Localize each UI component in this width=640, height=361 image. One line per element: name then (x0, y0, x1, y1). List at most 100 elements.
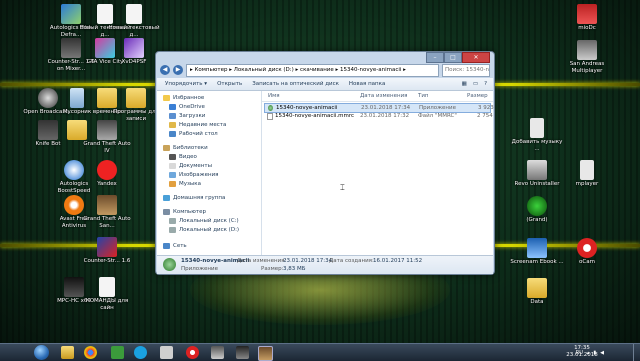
file-size: 3 923 (478, 105, 494, 111)
ocam-taskbar-icon[interactable] (186, 346, 199, 359)
drive-icon (169, 218, 176, 224)
address-bar[interactable]: ▸ Компьютер ▸ Локальный диск (D:) ▸ скач… (186, 63, 439, 77)
nav-onedrive[interactable]: OneDrive (169, 104, 205, 110)
details-file-type: Приложение (181, 266, 218, 272)
column-type[interactable]: Тип (418, 93, 429, 99)
folder-icon (527, 278, 547, 298)
column-headers: Имя Дата изменения Тип Размер (262, 91, 493, 102)
explorer-taskbar-icon[interactable] (61, 346, 74, 359)
nav-video[interactable]: Видео (169, 154, 197, 160)
file-date: 23.01.2018 17:32 (360, 113, 410, 119)
application-icon (268, 105, 273, 111)
star-icon (163, 95, 170, 101)
gta-iv-icon (97, 120, 117, 140)
folder-icon (126, 88, 146, 108)
desktop-icon-gta-san-andreas[interactable]: Grand Theft Auto San... (80, 195, 134, 229)
desktop-icon-counter-strike[interactable]: Counter-Str... 1.6 (80, 237, 134, 265)
app-taskbar-icon[interactable] (160, 346, 173, 359)
organize-button[interactable]: Упорядочить ▾ (165, 81, 207, 87)
column-name[interactable]: Имя (268, 93, 280, 99)
nav-computer[interactable]: Компьютер (163, 209, 206, 215)
column-size[interactable]: Размер (467, 93, 488, 99)
desktop-icon-grand[interactable]: (Grand) (510, 196, 564, 224)
utorrent-taskbar-icon[interactable] (111, 346, 124, 359)
start-button[interactable] (34, 345, 49, 360)
maximize-button[interactable]: □ (444, 52, 462, 63)
desktop-icon-samp[interactable]: San Andreas Multiplayer (560, 40, 614, 74)
nav-drive-d[interactable]: Локальный диск (D:) (169, 227, 239, 233)
clock[interactable]: 17:35 23.01.2018 (564, 345, 600, 359)
text-file-icon (99, 277, 115, 297)
music-icon (169, 181, 176, 187)
file-type: Приложение (419, 105, 456, 111)
back-button[interactable]: ◀ (160, 65, 170, 75)
burn-button[interactable]: Записать на оптический диск (252, 81, 339, 87)
nav-favorites[interactable]: Избранное (163, 95, 204, 101)
nav-documents[interactable]: Документы (169, 163, 212, 169)
file-type: Файл "MMRC" (418, 113, 457, 119)
file-list: Имя Дата изменения Тип Размер 15340-novy… (262, 91, 494, 255)
recent-places-icon (169, 122, 176, 128)
download-icon (169, 113, 176, 119)
desktop-icon-add-music[interactable]: Добавить музыку ... (510, 118, 564, 152)
nav-recent[interactable]: Недавние места (169, 122, 226, 128)
minimize-button[interactable]: – (426, 52, 444, 63)
preview-pane-icon[interactable]: ▭ (473, 81, 478, 87)
music-file-icon (530, 118, 544, 138)
details-modified-value: 23.01.2018 17:34 (283, 258, 333, 264)
details-created-label: Дата создания: (329, 258, 374, 264)
desktop-icon-commands-file[interactable]: КОМАНДЫ для сайн (80, 277, 134, 311)
desktop-icon-text-file-2[interactable]: Новый текстовый д... (107, 4, 161, 38)
details-modified-label: Дата изменения: (237, 258, 287, 264)
pictures-icon (169, 172, 176, 178)
text-file-icon (126, 4, 142, 24)
desktop-icon-screenam[interactable]: Screenam Ebook ... (510, 238, 564, 266)
grand-icon (527, 196, 547, 216)
file-row[interactable]: 15340-novye-animacii.mmrc 23.01.2018 17:… (264, 112, 493, 120)
forward-button[interactable]: ▶ (173, 65, 183, 75)
mouse-cursor-icon: ⌶ (340, 183, 345, 192)
search-input[interactable]: Поиск: 15340-novye-ani... (442, 63, 490, 77)
xvd4psf-icon (124, 38, 144, 58)
chrome-taskbar-icon[interactable] (84, 346, 97, 359)
desktop-icon-gta-iv[interactable]: Grand Theft Auto IV (80, 120, 134, 154)
file-size: 2 754 (477, 113, 493, 119)
details-size-value: 3,83 МБ (283, 266, 306, 272)
navigation-pane: Избранное OneDrive Загрузки Недавние мес… (157, 91, 262, 255)
help-icon[interactable]: ? (484, 81, 487, 87)
desktop-icon-xvd4psf[interactable]: XvD4PSF (107, 38, 161, 66)
nav-music[interactable]: Музыка (169, 181, 201, 187)
view-options-icon[interactable]: ▦ (462, 81, 467, 87)
window-titlebar[interactable]: – □ ✕ (156, 52, 494, 63)
volume-icon[interactable]: ◀ (600, 350, 604, 356)
nav-downloads[interactable]: Загрузки (169, 113, 205, 119)
nav-libraries[interactable]: Библиотеки (163, 145, 208, 151)
close-button[interactable]: ✕ (462, 52, 490, 63)
desktop-icon-mplayer[interactable]: mplayer (560, 160, 614, 188)
desktop-icon-data-folder[interactable]: Data (510, 278, 564, 306)
new-folder-button[interactable]: Новая папка (349, 81, 385, 87)
details-size-label: Размер: (261, 266, 284, 272)
column-date[interactable]: Дата изменения (360, 93, 407, 99)
video-editor-taskbar-icon[interactable] (236, 346, 249, 359)
file-name: 15340-novye-animacii.mmrc (275, 113, 355, 119)
desktop-icon (169, 131, 176, 137)
open-button[interactable]: Открыть (217, 81, 242, 87)
nav-network[interactable]: Сеть (163, 243, 187, 249)
address-row: ◀ ▶ ▸ Компьютер ▸ Локальный диск (D:) ▸ … (160, 63, 490, 77)
file-icon (267, 113, 273, 120)
desktop-icon-ocam[interactable]: oCam (560, 238, 614, 266)
desktop-icon-miodc[interactable]: mioDc (560, 4, 614, 32)
nav-homegroup[interactable]: Домашняя группа (163, 195, 225, 201)
nav-pictures[interactable]: Изображения (169, 172, 218, 178)
nav-desktop[interactable]: Рабочий стол (169, 131, 218, 137)
window-controls: – □ ✕ (426, 52, 490, 63)
active-app-taskbar-icon[interactable] (258, 346, 273, 361)
nav-drive-c[interactable]: Локальный диск (C:) (169, 218, 239, 224)
app-taskbar-icon[interactable] (211, 346, 224, 359)
desktop-icon-revo-uninstaller[interactable]: Revo Uninstaller (510, 160, 564, 188)
show-desktop-button[interactable] (633, 344, 640, 361)
yandex-icon (97, 160, 117, 180)
desktop-icon-yandex[interactable]: Yandex (80, 160, 134, 188)
skype-taskbar-icon[interactable] (134, 346, 147, 359)
